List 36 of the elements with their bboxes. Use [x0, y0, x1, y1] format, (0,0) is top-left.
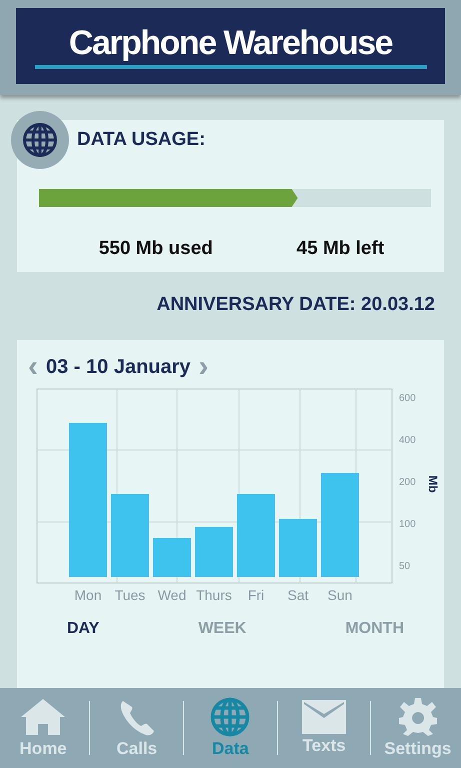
bar	[279, 519, 317, 577]
remaining-amount: 45 Mb left	[296, 238, 384, 260]
data-usage-title: DATA USAGE:	[77, 129, 206, 151]
bar	[153, 538, 191, 577]
settings-icon	[398, 697, 438, 737]
day-label: Sat	[288, 587, 308, 603]
period-tab[interactable]: MONTH	[345, 620, 404, 638]
period-tab[interactable]: WEEK	[198, 620, 246, 638]
day-label: Wed	[158, 587, 186, 603]
nav-tab[interactable]: Data	[190, 697, 270, 759]
tick-label: 100	[399, 519, 416, 530]
tick-label: 400	[399, 435, 416, 446]
day-label: Sun	[328, 587, 352, 603]
tick-label: 600	[399, 393, 416, 404]
previous-button[interactable]: ‹	[26, 353, 40, 381]
logo: Carphone Warehouse	[16, 8, 445, 84]
day-label: Fri	[248, 587, 264, 603]
tick-label: 200	[399, 477, 416, 488]
day-label: Mon	[74, 587, 102, 603]
next-button[interactable]: ›	[196, 353, 211, 381]
nav-tab[interactable]: Texts	[284, 700, 364, 756]
nav-tab[interactable]: Calls	[96, 697, 177, 759]
date-range: 03 - 10 January	[46, 356, 191, 378]
day-label: Thurs	[196, 587, 232, 603]
globe-icon	[210, 697, 250, 737]
day-label: Tues	[114, 587, 146, 603]
nav-tab[interactable]: Settings	[378, 697, 458, 759]
anniversary-date: ANNIVERSARY DATE: 20.03.12	[156, 294, 435, 317]
period-tab[interactable]: DAY	[67, 620, 100, 638]
home-icon	[20, 697, 66, 737]
used-amount: 550 Mb used	[98, 238, 213, 260]
nav-tab[interactable]: Home	[3, 697, 84, 759]
axis-label: Mb	[426, 475, 440, 493]
envelope-icon	[302, 700, 346, 734]
bar	[195, 527, 233, 577]
tick-label: 50	[399, 561, 410, 572]
